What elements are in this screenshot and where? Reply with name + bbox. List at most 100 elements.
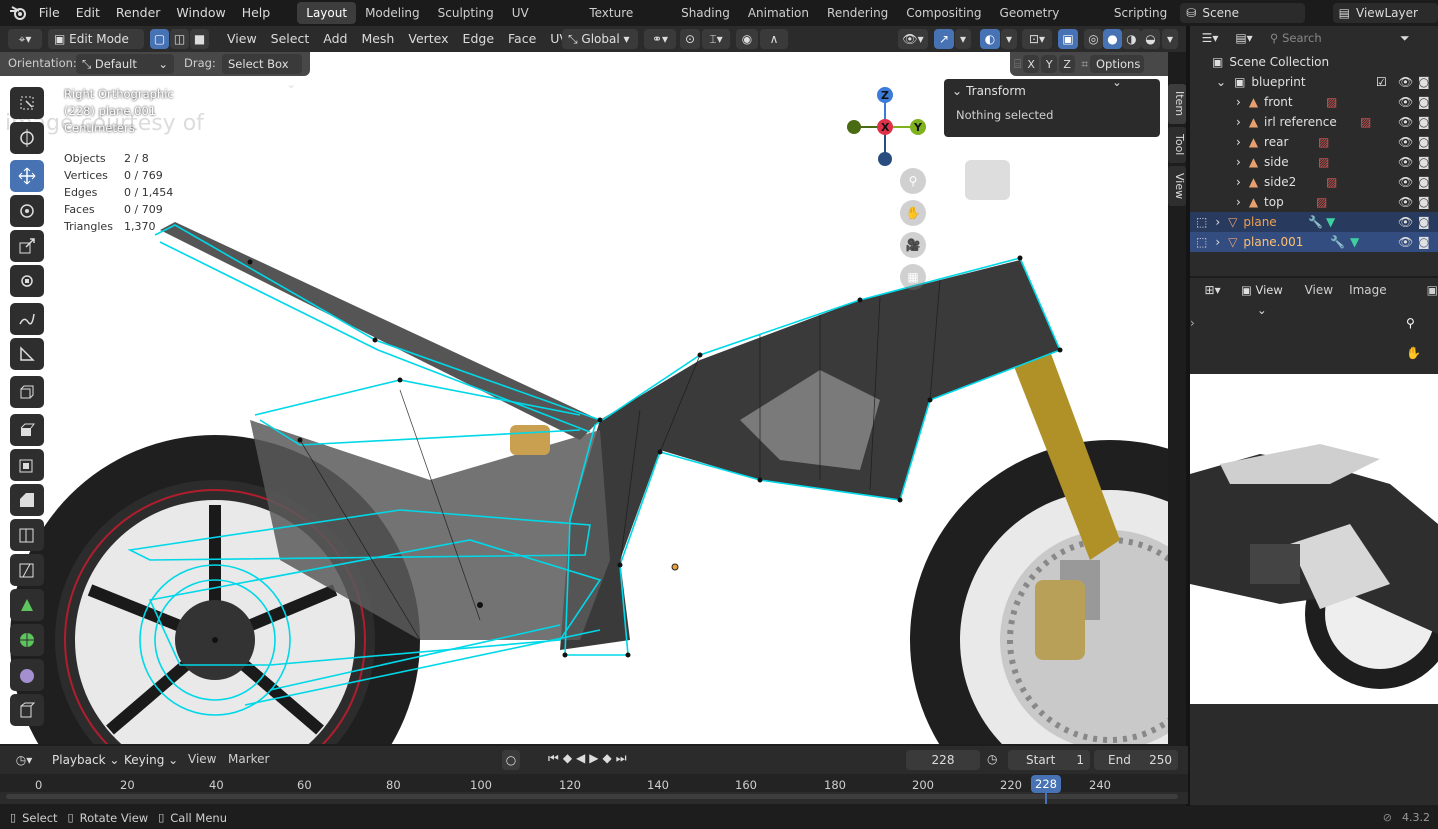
tab-item[interactable]: Item [1168,84,1186,124]
scene-collection-row[interactable]: ▣ Scene Collection [1190,52,1438,72]
marker-menu[interactable]: Marker [228,752,269,766]
menu-window[interactable]: Window [168,1,233,25]
3d-viewport[interactable]: image courtesy of Right Orthographic (22… [0,52,1168,744]
visibility-eye-icon[interactable]: 👁 [1398,235,1413,249]
outliner-row-plane[interactable]: ⬚ › ▽ plane 🔧 ▼ 👁 ◙ [1190,212,1438,232]
chevron-right-icon[interactable]: › [1236,175,1241,189]
axis-x-toggle[interactable]: X [1023,55,1040,73]
scene-selector[interactable]: ⛁ Scene [1180,3,1305,23]
knife-tool-icon[interactable] [10,554,44,586]
camera-view-icon[interactable]: 🎥 [900,232,926,258]
measure-tool-icon[interactable] [10,338,44,370]
menu-image-view[interactable]: View [1305,283,1333,297]
render-camera-icon[interactable]: ◙ [1418,95,1430,109]
editor-type-button[interactable]: ⌖▾ [8,29,42,49]
visibility-eye-icon[interactable]: 👁 [1398,135,1413,149]
gizmo-dropdown-icon[interactable]: ▾ [955,29,971,49]
options-button[interactable]: Options ⌄ [1089,55,1144,89]
menu-face[interactable]: Face [501,29,543,49]
menu-vertex[interactable]: Vertex [401,29,455,49]
extrude-tool-icon[interactable] [10,414,44,446]
outliner-search-input[interactable]: ⚲ Search [1264,29,1384,47]
view-mode-selector[interactable]: ▣ View ⌄ [1231,280,1293,317]
add-cube-tool-icon[interactable] [10,376,44,408]
chevron-down-icon[interactable]: ⌄ [1216,75,1226,89]
visibility-eye-icon[interactable]: 👁 [1398,155,1413,169]
outliner-row-blueprint[interactable]: ⌄ ▣ blueprint ☑ 👁 ◙ [1190,72,1438,92]
tab-geometry-nodes[interactable]: Geometry Nodes [991,2,1105,42]
menu-view[interactable]: View [220,29,264,49]
menu-edit[interactable]: Edit [68,1,108,25]
transform-panel-title[interactable]: Transform [966,79,1026,103]
shading-solid-icon[interactable]: ● [1103,29,1122,49]
image-editor-type-icon[interactable]: ⊞▾ [1200,280,1226,300]
tab-sculpting[interactable]: Sculpting [429,2,503,24]
display-mode-icon[interactable]: ▤▾ [1230,28,1258,48]
tab-view[interactable]: View [1168,166,1186,206]
shading-dropdown-icon[interactable]: ▾ [1162,29,1178,49]
visibility-eye-icon[interactable]: 👁 [1398,95,1413,109]
menu-add[interactable]: Add [316,29,354,49]
collapse-arrow-icon[interactable]: › [1190,316,1195,330]
spin-tool-icon[interactable] [10,624,44,656]
render-camera-icon[interactable]: ◙ [1418,235,1430,249]
jump-start-icon[interactable]: ⏮ [548,751,559,766]
inset-tool-icon[interactable] [10,449,44,481]
zoom-icon[interactable]: ⚲ [1406,316,1415,330]
tab-animation[interactable]: Animation [739,2,818,24]
pan-hand-icon[interactable]: ✋ [1406,346,1421,360]
chevron-right-icon[interactable]: › [1236,135,1241,149]
chevron-down-icon[interactable]: ⌄ [952,79,962,103]
select-box-tool-icon[interactable] [10,87,44,119]
zoom-icon[interactable]: ⚲ [900,168,926,194]
chevron-right-icon[interactable]: › [1236,155,1241,169]
outliner-row-side2[interactable]: › ▲ side2 ▨ 👁 ◙ [1190,172,1438,192]
shading-wireframe-icon[interactable]: ◎ [1084,29,1103,49]
outliner-row-side[interactable]: › ▲ side ▨ 👁 ◙ [1190,152,1438,172]
view-layer-selector[interactable]: ▤ ViewLayer [1332,3,1438,23]
filter-icon[interactable]: ⏷ [1400,31,1410,46]
tab-scripting[interactable]: Scripting [1105,2,1176,24]
tab-tool[interactable]: Tool [1168,127,1186,163]
keying-menu[interactable]: Keying ⌄ [118,750,185,770]
orientation-selector[interactable]: ⤡ Default ⌄ [76,54,174,74]
overlay-toggle-icon[interactable]: ◐ [980,29,1000,49]
menu-file[interactable]: File [31,1,68,25]
xray-toggle-icon[interactable]: ▣ [1058,29,1078,49]
start-frame-field[interactable]: Start 1 [1008,750,1090,770]
menu-render[interactable]: Render [108,1,169,25]
snap-target-icon[interactable]: ⌶▾ [702,29,730,49]
snap-icon[interactable]: ⊙ [680,29,700,49]
gizmo-toggle-icon[interactable]: ↗ [934,29,954,49]
tab-texture-paint[interactable]: Texture Paint [580,2,672,42]
visibility-eye-icon[interactable]: 👁 [1398,115,1413,129]
menu-help[interactable]: Help [234,1,279,25]
view-object-types-icon[interactable]: 👁▾ [898,29,928,49]
axis-y-toggle[interactable]: Y [1041,55,1058,73]
pan-hand-icon[interactable]: ✋ [900,200,926,226]
overlay-dropdown-icon[interactable]: ▾ [1001,29,1017,49]
bevel-tool-icon[interactable] [10,484,44,516]
pivot-point-icon[interactable]: ⚭▾ [644,29,676,49]
annotate-tool-icon[interactable] [10,303,44,335]
outliner-row-plane-001[interactable]: ⬚ › ▽ plane.001 🔧 ▼ 👁 ◙ [1190,232,1438,252]
timeline-scrollbar[interactable] [6,794,1178,799]
timeline-editor-type-icon[interactable]: ◷▾ [8,750,40,770]
menu-select[interactable]: Select [264,29,317,49]
perspective-toggle-icon[interactable]: ▦ [900,264,926,290]
playhead[interactable]: 228 [1031,775,1061,793]
mode-selector[interactable]: ▣ Edit Mode ▾ [48,29,144,66]
outliner-row-irl-reference[interactable]: › ▲ irl reference ▨ 👁 ◙ [1190,112,1438,132]
outliner-row-rear[interactable]: › ▲ rear ▨ 👁 ◙ [1190,132,1438,152]
mirror-icon[interactable]: ⌸ [1014,57,1021,72]
chevron-right-icon[interactable]: › [1236,115,1241,129]
render-camera-icon[interactable]: ◙ [1418,115,1430,129]
blender-logo-icon[interactable] [6,2,31,24]
smooth-tool-icon[interactable] [10,659,44,691]
topology-mirror-icon[interactable]: ⌗ [1081,57,1088,72]
render-camera-icon[interactable]: ◙ [1418,195,1430,209]
tab-compositing[interactable]: Compositing [897,2,990,24]
checkbox-icon[interactable]: ☑ [1376,75,1387,89]
poly-build-tool-icon[interactable] [10,589,44,621]
current-frame-field[interactable]: 228 [906,750,980,770]
